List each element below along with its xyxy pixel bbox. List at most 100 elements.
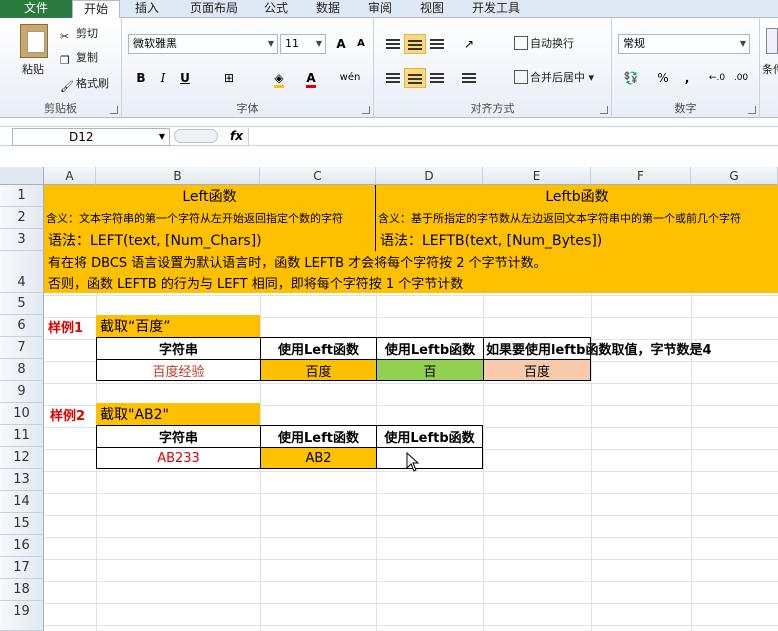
column-header-d[interactable]: D [376, 167, 483, 185]
font-size-combo[interactable]: 11 ▼ [280, 34, 326, 54]
ex1-value-left[interactable]: 百度 [260, 359, 377, 381]
row-header-16[interactable]: 16 [0, 535, 44, 557]
font-color-button[interactable]: A [300, 68, 322, 88]
column-header-e[interactable]: E [483, 167, 591, 185]
format-painter-button[interactable]: 🖌 格式刷 [60, 74, 109, 94]
align-middle-button[interactable] [404, 34, 426, 54]
alignment-launcher-icon[interactable] [600, 106, 608, 114]
clipboard-launcher-icon[interactable] [110, 106, 118, 114]
cell-leftb-meaning[interactable]: 含义：基于所指定的字节数从左边返回文本字符串中的第一个或前几个字符 [378, 207, 778, 229]
paste-button[interactable]: 粘贴 [22, 60, 44, 80]
column-header-f[interactable]: F [591, 167, 691, 185]
row-header-18[interactable]: 18 [0, 579, 44, 601]
tab-review[interactable]: 审阅 [360, 0, 400, 18]
underline-button[interactable]: U [174, 68, 196, 88]
row-header-12[interactable]: 12 [0, 447, 44, 469]
example-2-title[interactable]: 截取"AB2" [96, 403, 260, 425]
cell-left-meaning[interactable]: 含义：文本字符串的第一个字符从左开始返回指定个数的字符 [46, 207, 375, 229]
orientation-button[interactable]: ↗ [458, 34, 480, 54]
shrink-font-button[interactable]: A [350, 34, 372, 54]
cut-button[interactable]: ✂ 剪切 [60, 24, 98, 44]
grow-font-button[interactable]: A [330, 34, 352, 54]
row-header-14[interactable]: 14 [0, 491, 44, 513]
number-format-combo[interactable]: 常规 ▼ [618, 34, 750, 54]
phonetic-button[interactable]: wén [336, 68, 364, 88]
ex2-header-left[interactable]: 使用Left函数 [260, 425, 377, 448]
ex1-value-leftb4[interactable]: 百度 [483, 359, 591, 381]
row-header-5[interactable]: 5 [0, 293, 44, 315]
select-all-corner[interactable] [0, 167, 44, 185]
cell-leftb-title[interactable]: Leftb函数 [376, 185, 778, 207]
tab-insert[interactable]: 插入 [124, 0, 170, 18]
ex2-value-string[interactable]: AB233 [96, 447, 261, 469]
row-header-9[interactable]: 9 [0, 381, 44, 403]
tab-file[interactable]: 文件 [0, 0, 72, 18]
copy-button[interactable]: ❐ 复制 [60, 48, 98, 68]
conditional-format-button[interactable]: 条件 [762, 60, 778, 80]
row-header-2[interactable]: 2 [0, 207, 44, 229]
row-header-3[interactable]: 3 [0, 229, 44, 251]
align-center-button[interactable] [404, 68, 426, 88]
ex1-header-left[interactable]: 使用Left函数 [260, 337, 377, 360]
example-1-title[interactable]: 截取“百度” [96, 315, 260, 337]
conditional-format-icon[interactable] [766, 28, 778, 54]
wrap-text-button[interactable]: 自动换行 [514, 34, 574, 54]
currency-button[interactable]: 💱 [620, 68, 642, 88]
align-bottom-button[interactable] [426, 34, 448, 54]
row-header-15[interactable]: 15 [0, 513, 44, 535]
cell-left-title[interactable]: Left函数 [44, 185, 375, 207]
example-1-label[interactable]: 样例1 [48, 315, 96, 337]
name-box[interactable]: D12 ▼ [12, 128, 170, 146]
ex2-value-leftb-d12[interactable] [376, 447, 483, 469]
insert-function-icon[interactable]: fx [230, 129, 243, 143]
cell-note-1[interactable]: 有在将 DBCS 语言设置为默认语言时，函数 LEFTB 才会将每个字符按 2 … [48, 251, 778, 271]
column-header-a[interactable]: A [44, 167, 96, 185]
align-left-button[interactable] [382, 68, 404, 88]
cell-note-2[interactable]: 否则，函数 LEFTB 的行为与 LEFT 相同，即将每个字符按 1 个字节计数 [48, 272, 778, 292]
cell-left-syntax[interactable]: 语法：LEFT(text, [Num_Chars]) [48, 229, 375, 251]
row-header-19[interactable]: 19 [0, 601, 44, 631]
merge-center-button[interactable]: 合并后居中 ▾ [514, 68, 594, 88]
ex1-header-note[interactable]: 如果要使用leftb函数取值，字节数是4 [483, 337, 712, 360]
row-header-17[interactable]: 17 [0, 557, 44, 579]
bold-button[interactable]: B [130, 68, 152, 88]
percent-button[interactable]: % [652, 68, 674, 88]
ex2-value-left[interactable]: AB2 [260, 447, 377, 469]
tab-view[interactable]: 视图 [410, 0, 454, 18]
row-header-1[interactable]: 1 [0, 185, 44, 207]
increase-decimal-button[interactable]: ←.0 [706, 68, 728, 88]
tab-formulas[interactable]: 公式 [256, 0, 296, 18]
row-header-13[interactable]: 13 [0, 469, 44, 491]
formula-divider-handle[interactable] [174, 129, 218, 143]
indent-button[interactable] [458, 68, 480, 88]
tab-home[interactable]: 开始 [72, 0, 120, 19]
row-header-7[interactable]: 7 [0, 337, 44, 359]
column-header-c[interactable]: C [260, 167, 376, 185]
tab-developer[interactable]: 开发工具 [464, 0, 528, 18]
example-2-label[interactable]: 样例2 [50, 403, 96, 425]
ex2-header-string[interactable]: 字符串 [96, 425, 261, 448]
row-header-8[interactable]: 8 [0, 359, 44, 381]
column-header-b[interactable]: B [96, 167, 260, 185]
borders-button[interactable]: ⊞ [218, 68, 240, 88]
decrease-decimal-button[interactable]: .00 [730, 68, 752, 88]
comma-button[interactable]: , [676, 68, 698, 88]
row-header-11[interactable]: 11 [0, 425, 44, 447]
cell-leftb-syntax[interactable]: 语法：LEFTB(text, [Num_Bytes]) [380, 229, 778, 251]
ex1-header-string[interactable]: 字符串 [96, 337, 261, 360]
align-right-button[interactable] [426, 68, 448, 88]
font-name-combo[interactable]: 微软雅黑 ▼ [128, 34, 278, 54]
number-launcher-icon[interactable] [748, 106, 756, 114]
ex1-value-string[interactable]: 百度经验 [96, 359, 261, 381]
ex1-header-leftb[interactable]: 使用Leftb函数 [376, 337, 484, 360]
row-header-6[interactable]: 6 [0, 315, 44, 337]
ex1-value-leftb[interactable]: 百 [376, 359, 484, 381]
font-launcher-icon[interactable] [362, 106, 370, 114]
column-header-g[interactable]: G [691, 167, 778, 185]
tab-data[interactable]: 数据 [306, 0, 350, 18]
align-top-button[interactable] [382, 34, 404, 54]
tab-page-layout[interactable]: 页面布局 [178, 0, 250, 18]
fill-color-button[interactable]: ◈ [268, 68, 290, 88]
row-header-4[interactable]: 4 [0, 251, 44, 293]
formula-input[interactable] [248, 128, 778, 146]
